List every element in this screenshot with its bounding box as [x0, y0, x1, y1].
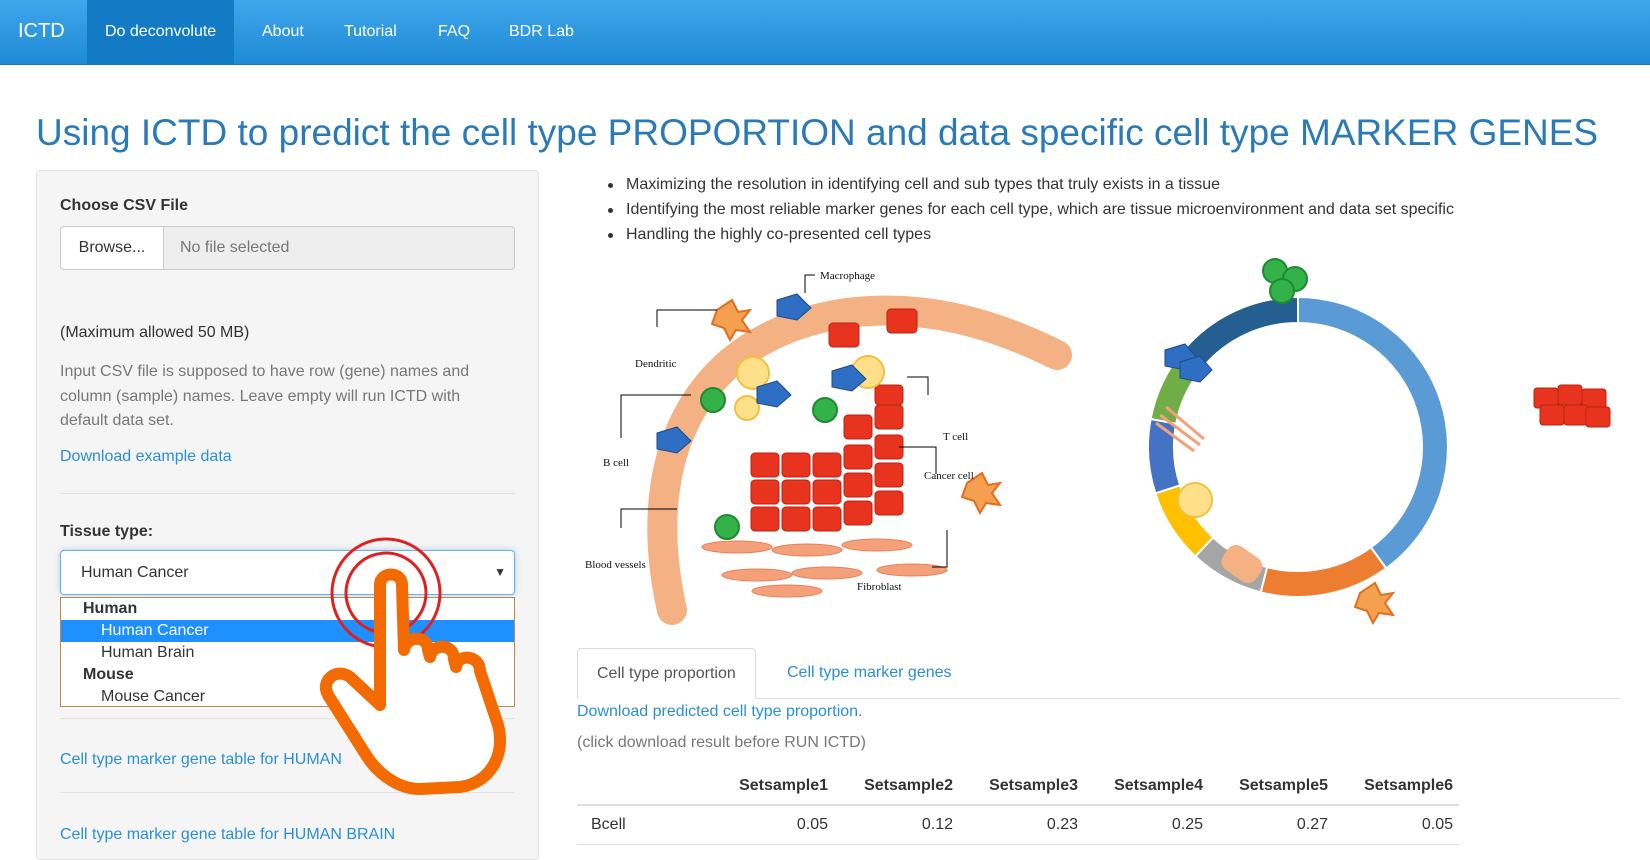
table-cell: 0.05: [1334, 805, 1459, 845]
list-item: Maximizing the resolution in identifying…: [600, 172, 1454, 197]
download-note: (click download result before RUN ICTD): [577, 734, 866, 751]
nav-faq[interactable]: FAQ: [420, 0, 488, 64]
table-header-cell: Setsample2: [834, 768, 959, 806]
feature-list: Maximizing the resolution in identifying…: [600, 172, 1454, 247]
download-proportion-link[interactable]: Download predicted cell type proportion.: [577, 703, 863, 721]
file-name-field[interactable]: No file selected: [163, 226, 515, 270]
fibroblast-label: Fibroblast: [857, 581, 902, 593]
browse-button[interactable]: Browse...: [60, 226, 164, 270]
tissue-illustration: Macrophage Dendritic T cell B cell Cance…: [585, 270, 1072, 625]
divider: [60, 493, 515, 494]
cancer-cell-label: Cancer cell: [924, 470, 974, 482]
table-cell: 0.12: [834, 805, 959, 845]
nav-tutorial[interactable]: Tutorial: [326, 0, 415, 64]
tab-cell-type-proportion[interactable]: Cell type proportion: [577, 648, 756, 699]
macrophage-label: Macrophage: [820, 270, 875, 282]
page-title: Using ICTD to predict the cell type PROP…: [36, 112, 1599, 153]
download-example-link[interactable]: Download example data: [60, 448, 232, 466]
table-header-cell: Setsample3: [959, 768, 1084, 806]
proportion-donut: [1147, 258, 1611, 626]
list-item: Handling the highly co-presented cell ty…: [600, 222, 1454, 247]
hand-pointer-icon: [320, 537, 506, 795]
navbar: ICTD Do deconvolute About Tutorial FAQ B…: [0, 0, 1650, 65]
tab-cell-type-marker-genes[interactable]: Cell type marker genes: [768, 648, 971, 698]
table-header-cell: Setsample4: [1084, 768, 1209, 806]
marker-table-human-link[interactable]: Cell type marker gene table for HUMAN: [60, 751, 342, 769]
tissue-selected-value: Human Cancer: [81, 564, 189, 581]
brand-logo[interactable]: ICTD: [18, 20, 65, 43]
help-text: Input CSV file is supposed to have row (…: [60, 363, 470, 429]
table-cell: 0.27: [1209, 805, 1334, 845]
nav-bdr-lab[interactable]: BDR Lab: [491, 0, 592, 64]
file-input-label: Choose CSV File: [60, 197, 189, 214]
table-header-cell: [577, 768, 709, 806]
table-row: Bcell 0.05 0.12 0.23 0.25 0.27 0.05: [577, 805, 1459, 845]
proportion-table: Setsample1 Setsample2 Setsample3 Setsamp…: [577, 768, 1459, 845]
marker-table-brain-link[interactable]: Cell type marker gene table for HUMAN BR…: [60, 826, 395, 844]
table-cell: 0.05: [709, 805, 834, 845]
result-tabs: Cell type proportion Cell type marker ge…: [577, 648, 1620, 699]
nav-about[interactable]: About: [244, 0, 322, 64]
donut-segments: [1147, 295, 1449, 598]
table-header-cell: Setsample5: [1209, 768, 1334, 806]
table-cell: 0.23: [959, 805, 1084, 845]
table-header-cell: Setsample1: [709, 768, 834, 806]
tissue-type-label: Tissue type:: [60, 523, 154, 540]
list-item: Identifying the most reliable marker gen…: [600, 197, 1454, 222]
dendritic-label: Dendritic: [635, 358, 677, 370]
nav-do-deconvolute[interactable]: Do deconvolute: [87, 0, 235, 64]
blood-vessels-label: Blood vessels: [585, 559, 646, 571]
table-header-cell: Setsample6: [1334, 768, 1459, 806]
row-label: Bcell: [577, 805, 709, 845]
max-size-note: (Maximum allowed 50 MB): [60, 324, 250, 341]
b-cell-label: B cell: [603, 457, 629, 469]
t-cell-label: T cell: [943, 431, 968, 443]
donut-segment: [1297, 295, 1449, 570]
table-cell: 0.25: [1084, 805, 1209, 845]
table-header-row: Setsample1 Setsample2 Setsample3 Setsamp…: [577, 768, 1459, 806]
